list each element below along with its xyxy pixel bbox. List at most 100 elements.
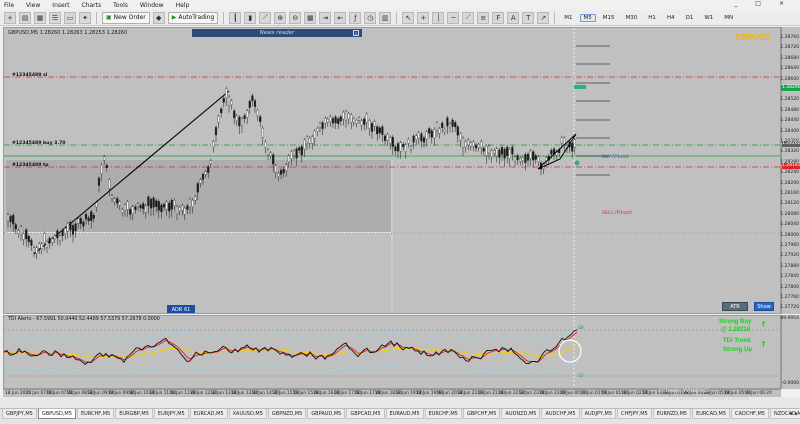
menu-view[interactable]: View [26,2,40,9]
chart-tab[interactable]: EURJPY,M5 [153,409,189,419]
candle-body [337,118,340,124]
tab-scroll-right-icon[interactable]: ▸ [795,410,798,417]
price-axis-label: 1.27760 [780,295,799,300]
timeframe-h1[interactable]: H1 [644,14,660,22]
menu-window[interactable]: Window [140,2,164,9]
candle-body [404,144,407,153]
new-chart-icon[interactable]: + [4,11,16,24]
tab-scroll-left-icon[interactable]: ◂ [789,410,792,417]
chart-tab[interactable]: GBPUSD,M5 [37,409,76,419]
chart-tab[interactable]: AUDCHF,M5 [541,409,580,419]
chart-tab[interactable]: EURCHF,M5 [76,409,115,419]
navigator-icon[interactable]: ☰ [49,11,61,24]
chart-tab[interactable]: GBPAUD,M5 [307,409,346,419]
equidistant-channel-icon[interactable]: ≡ [477,11,490,24]
candle-body [186,205,189,210]
candle-body [142,203,145,210]
candle-body [248,101,251,108]
candle-body [342,111,345,120]
main-chart[interactable]: GBPUSD,M5 1.28260 1.28263 1.28253 1.2826… [3,27,781,314]
show-button[interactable]: Show [754,302,774,311]
indicators-icon[interactable]: ƒ [349,11,362,24]
zoom-in-icon[interactable]: ⊕ [274,11,287,24]
candle-body [493,150,496,154]
window-controls: _ □ × [734,0,796,7]
candle-body [435,122,439,131]
tester-icon[interactable]: ✦ [79,11,91,24]
timeframe-m5[interactable]: M5 [579,13,596,22]
candle-body [194,196,197,201]
chart-tab[interactable]: EURNZD,M5 [652,409,692,419]
arrows-icon[interactable]: ↗ [537,11,550,24]
candle-body [487,145,491,154]
close-icon[interactable]: × [353,30,359,36]
chart-tab[interactable]: AUDNZD,M5 [501,409,541,419]
timeframe-m15[interactable]: M15 [599,14,619,22]
text-icon[interactable]: A [507,11,520,24]
candle-body [246,110,249,118]
chart-tab[interactable]: EURCHF,M5 [424,409,462,419]
menu-file[interactable]: File [4,2,14,9]
tab-scroll: ◂ ▸ [789,410,798,417]
candle-body [253,100,257,107]
minimize-icon[interactable]: _ [734,0,737,7]
candle-body [251,95,254,101]
chart-tab[interactable]: AUDJPY,M5 [580,409,617,419]
chart-tab[interactable]: GBPNZD,M5 [267,409,307,419]
chart-tab[interactable]: XAUUSD,M5 [228,409,267,419]
horizontal-line-icon[interactable]: ─ [447,11,460,24]
metaeditor-icon[interactable]: ◆ [152,11,165,24]
terminal-icon[interactable]: ▭ [64,11,76,24]
timeframe-d1[interactable]: D1 [682,14,698,22]
range-box-bottom [6,232,391,233]
atr-button[interactable]: ATR [722,302,748,311]
close-icon[interactable]: × [779,0,784,7]
chart-tab[interactable]: EURAUD,M5 [385,409,424,419]
restore-icon[interactable]: □ [755,0,761,7]
trendline-icon[interactable]: ⟋ [462,11,475,24]
chart-tab[interactable]: GBPJPY,M5 [2,409,37,419]
autotrading-button[interactable]: ▶ AutoTrading [167,11,219,24]
line-chart-icon[interactable]: ⟋ [259,11,272,24]
vertical-line-icon[interactable]: │ [432,11,445,24]
chart-tab[interactable]: EURGBP,M5 [115,409,153,419]
tdi-indicator-panel[interactable]: TDI Alerts - 67.5991 50.0440 52.4489 57.… [3,315,781,389]
menu-help[interactable]: Help [176,2,190,9]
up-arrow-icon: ↑ [760,320,767,329]
new-order-button[interactable]: ▣ New Order [102,11,150,24]
chart-tab[interactable]: GBPCAD,M5 [346,409,385,419]
bar-chart-icon[interactable]: ┃ [229,11,242,24]
chart-tab[interactable]: GBPCHF,M5 [462,409,501,419]
timeframe-mn[interactable]: MN [720,14,737,22]
news-reader-bar[interactable]: News reader × [192,29,362,37]
candle-body [175,206,179,214]
zoom-out-icon[interactable]: ⊖ [289,11,302,24]
menu-tools[interactable]: Tools [113,2,128,9]
candle-body [412,135,415,143]
auto-scroll-icon[interactable]: ⇥ [319,11,332,24]
candle-body [425,131,428,140]
candle-body [370,123,374,132]
timeframe-m1[interactable]: M1 [560,14,576,22]
chart-tab[interactable]: EURCAD,M5 [692,409,730,419]
chart-shift-icon[interactable]: ⇤ [334,11,347,24]
fibonacci-icon[interactable]: F [492,11,505,24]
chart-tab[interactable]: CHFJPY,M5 [617,409,652,419]
tile-windows-icon[interactable]: ▦ [304,11,317,24]
timeframe-w1[interactable]: W1 [700,14,717,22]
profiles-icon[interactable]: ▤ [19,11,31,24]
crosshair-icon[interactable]: + [417,11,430,24]
timeframe-m30[interactable]: M30 [622,14,642,22]
chart-tab[interactable]: EURCAD,M5 [189,409,228,419]
market-watch-icon[interactable]: ▦ [34,11,46,24]
cursor-icon[interactable]: ↖ [402,11,415,24]
periods-icon[interactable]: ◷ [364,11,377,24]
label-icon[interactable]: T [522,11,535,24]
templates-icon[interactable]: ▥ [379,11,392,24]
candlestick-icon[interactable]: ▮ [244,11,257,24]
menu-insert[interactable]: Insert [52,2,69,9]
menu-charts[interactable]: Charts [82,2,102,9]
timeframe-h4[interactable]: H4 [663,14,679,22]
candle-body [136,203,140,208]
chart-tab[interactable]: CADCHF,M5 [731,409,769,419]
